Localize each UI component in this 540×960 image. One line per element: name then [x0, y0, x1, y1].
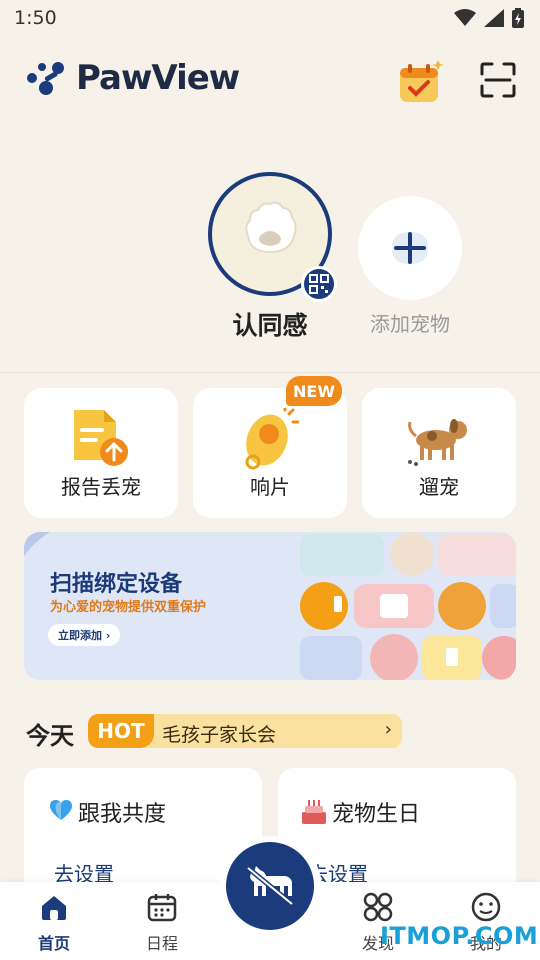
nav-home-label: 首页 — [37, 934, 70, 953]
walk-dog-button[interactable] — [226, 842, 314, 930]
status-bar: 1:50 — [0, 0, 540, 36]
signal-icon — [484, 9, 504, 27]
brand-name: PawView — [76, 58, 240, 98]
report-lost-pet-icon — [74, 410, 128, 466]
discover-grid-icon — [363, 892, 393, 922]
nav-schedule-label: 日程 — [145, 934, 178, 953]
dog-walk-icon — [408, 419, 467, 466]
dog-walk-card[interactable]: 遛宠 — [362, 388, 516, 518]
banner-add-button[interactable]: 立即添加 › — [48, 624, 121, 646]
calendar-check-button[interactable] — [394, 56, 446, 106]
hot-tag: HOT — [88, 714, 154, 748]
nav-schedule[interactable]: 日程 — [127, 892, 197, 954]
qr-code-icon — [309, 274, 329, 294]
today-label: 今天 — [26, 722, 74, 750]
dog-walk-label: 遛宠 — [419, 475, 459, 499]
brand-logo: PawView — [24, 58, 240, 98]
chevron-right-icon: › — [384, 719, 392, 740]
divider — [0, 372, 540, 373]
hot-event-bar[interactable]: HOT 毛孩子家长会 › — [88, 714, 402, 748]
add-pet-label: 添加宠物 — [370, 312, 450, 336]
watermark: ITMOP.COM — [380, 922, 539, 950]
add-pet-icon — [392, 232, 428, 264]
home-icon — [42, 896, 66, 920]
nav-home[interactable]: 首页 — [19, 892, 89, 954]
report-lost-pet-label: 报告丢宠 — [61, 475, 141, 499]
hot-event-text: 毛孩子家长会 — [162, 724, 277, 746]
pet-name[interactable]: 认同感 — [200, 306, 340, 342]
banner-subtitle: 为心爱的宠物提供双重保护 — [50, 600, 207, 615]
spend-time-title: 跟我共度 — [78, 802, 167, 827]
app-header: PawView — [0, 50, 540, 110]
battery-icon — [512, 8, 524, 28]
new-badge: NEW — [286, 376, 342, 406]
add-pet-button[interactable] — [358, 196, 462, 300]
paw-logo-icon — [27, 62, 64, 95]
status-time: 1:50 — [14, 7, 57, 29]
report-lost-pet-card[interactable]: 报告丢宠 — [24, 388, 178, 518]
calendar-icon — [147, 894, 177, 922]
bind-device-banner[interactable]: 扫描绑定设备 为心爱的宠物提供双重保护 立即添加 › — [24, 532, 516, 680]
pet-birthday-title: 宠物生日 — [332, 802, 421, 827]
banner-title: 扫描绑定设备 — [50, 572, 183, 597]
pet-qr-button[interactable] — [301, 266, 337, 302]
cake-icon — [302, 800, 326, 824]
walk-dog-icon — [246, 866, 294, 906]
calendar-check-icon — [400, 60, 444, 102]
status-icons — [454, 8, 524, 28]
profile-icon — [471, 892, 501, 922]
scan-button[interactable] — [478, 60, 518, 100]
clicker-icon — [245, 408, 299, 470]
scan-icon — [480, 62, 516, 98]
wifi-icon — [454, 9, 476, 26]
heart-icon — [50, 800, 72, 820]
clicker-card[interactable]: 响片 — [193, 388, 347, 518]
clicker-label: 响片 — [250, 475, 290, 499]
